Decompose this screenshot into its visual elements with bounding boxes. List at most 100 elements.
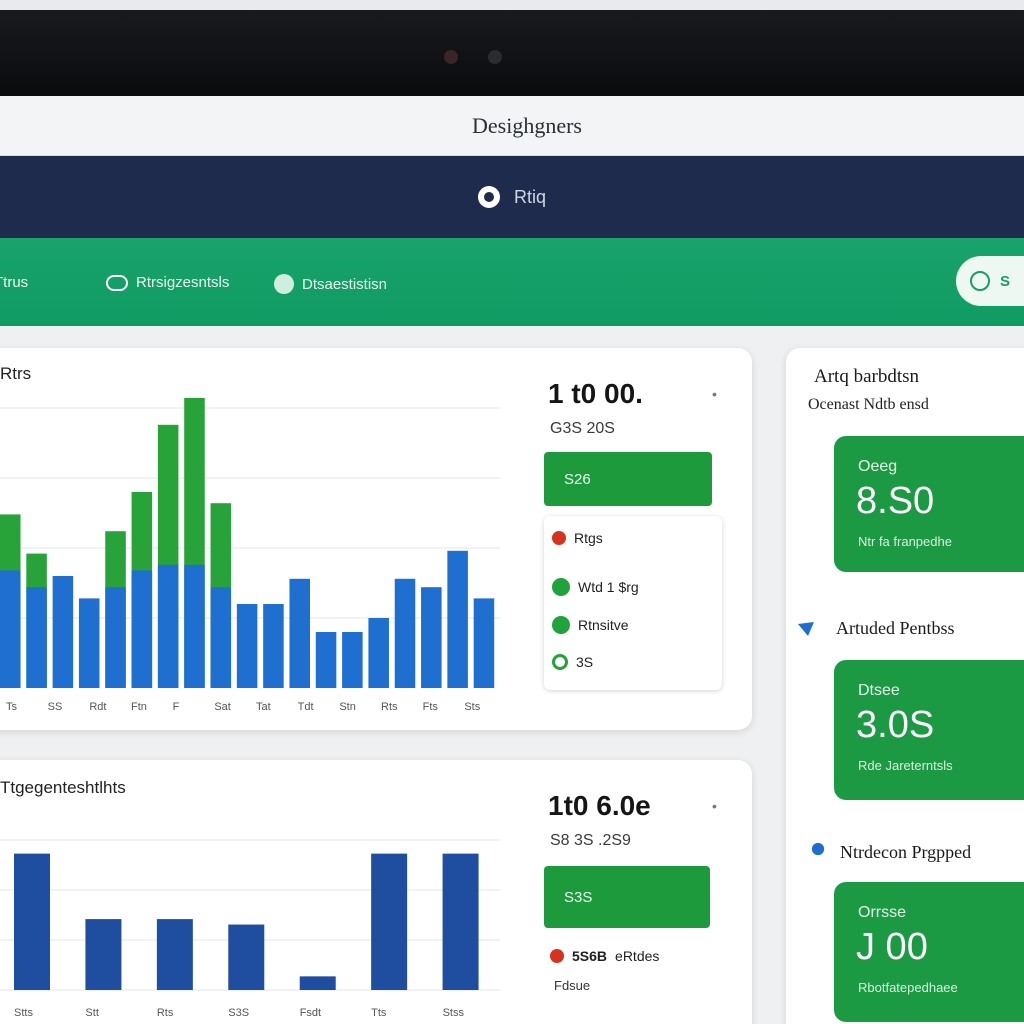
bar (156, 919, 193, 990)
bar-blue (342, 632, 363, 688)
bar-blue (263, 604, 284, 688)
top-navbar: Rtiq (0, 156, 1024, 238)
bar-blue (157, 564, 179, 688)
bar-blue (315, 632, 337, 688)
panel-top-title: Rtrs (0, 364, 32, 383)
bar-blue (421, 587, 442, 688)
bar (85, 919, 122, 990)
panel-bottom-button-label: S3S (564, 888, 593, 906)
panel-bottom-action-button[interactable]: S3S (544, 866, 710, 928)
tab-3[interactable]: Dtsaestistisn (274, 274, 387, 294)
sidebar-subtitle: Ocenast Ndtb ensd (808, 396, 929, 413)
tab-2[interactable]: Rtrsigzesntsls (106, 274, 229, 291)
dot-icon (811, 842, 825, 856)
panel-bottom-title: Ttgegenteshtlhts (0, 778, 126, 797)
bar-blue (26, 587, 47, 688)
tab-1[interactable]: Ttrus (0, 274, 28, 291)
window-title: Desighgners (472, 112, 582, 138)
bar-blue (184, 564, 205, 688)
bar-blue (0, 570, 21, 688)
sidebar-title: Artq barbdtsn (814, 366, 920, 387)
search-icon (970, 271, 990, 291)
x-tick-label: Tdt (298, 701, 314, 713)
panel-top-button-label: S26 (564, 470, 591, 488)
camera-sensor (444, 50, 458, 64)
bottom-bar-chart: Stts Stt Rts S3S Fsdt Tts Stss (0, 839, 500, 1019)
legend-item: 5S6B eRtdes (550, 948, 659, 964)
profile-icon (274, 274, 294, 294)
stat-card-3[interactable]: Orrsse J 00 Rbotfatepedhaee (834, 882, 1024, 1022)
bar (14, 853, 50, 990)
x-tick-label: Stts (14, 1007, 33, 1019)
sidebar-section2-title: Artuded Pentbss (836, 618, 955, 638)
legend-item: 3S (552, 654, 593, 670)
search-button[interactable]: S (956, 256, 1024, 306)
x-tick-label: Rts (381, 701, 398, 713)
legend-dot-icon (552, 616, 570, 634)
x-tick-label: Ts (6, 701, 18, 713)
camera-lens (488, 50, 502, 64)
x-tick-label: S3S (228, 1007, 249, 1019)
tab-3-label: Dtsaestistisn (302, 275, 388, 293)
x-tick-label: Fsdt (300, 1007, 321, 1019)
legend-note: Fdsue (554, 978, 591, 993)
legend-dot-icon (552, 531, 566, 545)
chat-icon (106, 274, 128, 291)
legend-dot-icon (552, 578, 570, 596)
legend-dot-icon (550, 949, 564, 963)
stat-note: Rde Jareterntsls (858, 758, 953, 773)
app-logo-icon[interactable] (477, 186, 500, 208)
bar-blue (447, 550, 468, 688)
device-bezel (0, 0, 1024, 96)
legend-extra: eRtdes (615, 948, 660, 964)
legend-item: Wtd 1 $rg (552, 578, 639, 596)
legend-ring-icon (552, 654, 568, 670)
stat-label: Orrsse (858, 904, 906, 921)
stat-label: Dtsee (858, 682, 900, 699)
x-tick-label: Sts (464, 701, 480, 713)
stat-card-2[interactable]: Dtsee 3.0S Rde Jareterntsls (834, 660, 1024, 800)
bar-blue (131, 570, 153, 688)
panel-bottom-kpi-sub: S8 3S .2S9 (550, 832, 631, 849)
legend-label: Rtnsitve (578, 617, 629, 633)
screen: Desighgners Rtiq Ttrus Rtrsigzesntsls Dt… (0, 96, 1024, 1024)
more-icon[interactable]: • (712, 798, 717, 814)
bezel-edge (0, 0, 1024, 10)
legend-label: 5S6B (572, 948, 608, 964)
bar-blue (78, 598, 100, 688)
sidebar-panel: Artq barbdtsn Ocenast Ndtb ensd Oeeg 8.S… (786, 348, 1024, 1024)
stat-note: Ntr fa franpedhe (858, 534, 952, 549)
top-bar-chart: Ts SS Rdt Ftn F Sat Tat Tdt Stn Rts Fts Sts (0, 398, 500, 713)
stat-label: Oeeg (858, 458, 898, 475)
panel-top-legend: Rtgs Wtd 1 $rg Rtnsitve 3S (544, 516, 722, 690)
bar-blue (394, 578, 416, 688)
search-label: S (1000, 272, 1011, 290)
bar (371, 853, 408, 990)
legend-label: Rtgs (574, 530, 603, 546)
bar (228, 924, 265, 990)
window-titlebar: Desighgners (0, 96, 1024, 156)
tab-1-label: Ttrus (0, 274, 29, 291)
x-tick-label: SS (48, 701, 63, 713)
x-tick-label: Rts (157, 1007, 174, 1019)
panel-top-action-button[interactable]: S26 (544, 452, 712, 506)
legend-label: Wtd 1 $rg (578, 579, 639, 595)
stat-value: J 00 (856, 926, 928, 968)
x-tick-label: F (173, 701, 180, 713)
panel-top-kpi-sub: G3S 20S (550, 420, 615, 437)
x-tick-label: Stss (443, 1007, 465, 1019)
x-tick-label: Fts (423, 701, 439, 713)
navbar-label[interactable]: Rtiq (514, 187, 546, 208)
x-tick-label: Stn (339, 701, 356, 713)
arrow-icon (798, 622, 814, 636)
bar-blue (52, 576, 74, 688)
stat-value: 3.0S (856, 704, 935, 746)
panel-top-kpi: 1 t0 00. (548, 378, 643, 409)
sidebar-section3-title: Ntrdecon Prgpped (840, 842, 972, 862)
x-tick-label: Stt (85, 1007, 98, 1019)
panel-bottom-kpi: 1t0 6.0e (548, 790, 651, 821)
stat-card-1[interactable]: Oeeg 8.S0 Ntr fa franpedhe (834, 436, 1024, 572)
bar-blue (289, 578, 310, 688)
stat-value: 8.S0 (856, 480, 935, 522)
more-icon[interactable]: • (712, 386, 717, 402)
